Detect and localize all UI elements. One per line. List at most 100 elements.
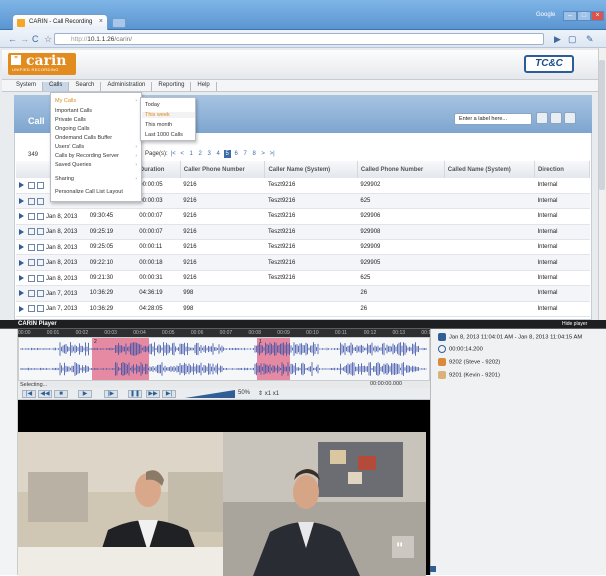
skip-end-icon[interactable]: ▶| [162, 390, 176, 398]
save-icon[interactable] [28, 274, 35, 282]
submenu-item[interactable]: This week [142, 112, 195, 118]
star-icon[interactable]: ☆ [44, 33, 52, 45]
column-header[interactable]: Called Name (System) [444, 161, 535, 178]
waveform[interactable]: 2 1 [18, 337, 430, 381]
menu-calls[interactable]: Calls [43, 82, 70, 91]
play-row-icon[interactable] [19, 290, 24, 297]
menu-reporting[interactable]: Reporting [152, 82, 192, 91]
play-selection-icon[interactable]: |▶ [104, 390, 118, 398]
column-header[interactable]: Duration [136, 161, 181, 178]
row-actions[interactable]: Jan 7, 2013 [16, 285, 87, 302]
mail-icon[interactable] [37, 197, 44, 205]
row-actions[interactable]: Jan 8, 2013 [16, 239, 87, 256]
stop-icon[interactable]: ■ [54, 390, 68, 398]
row-actions[interactable]: Jan 8, 2013 [16, 208, 87, 225]
refresh-icon[interactable] [550, 112, 562, 124]
calls-menu-item[interactable]: Personalize Call List Layout [55, 189, 123, 195]
play-row-icon[interactable] [19, 182, 24, 189]
play-row-icon[interactable] [19, 259, 24, 266]
page-link[interactable]: 5 [223, 150, 231, 158]
page-link[interactable]: 7 [242, 150, 249, 158]
save-icon[interactable] [28, 305, 35, 313]
resize-handle[interactable] [430, 566, 436, 572]
calls-menu-item[interactable]: Users' Calls [55, 144, 84, 150]
table-row[interactable]: Jan 8, 2013 09:25:19 00:00:07 9216 Teszt9216… [16, 224, 590, 241]
save-icon[interactable] [28, 212, 35, 220]
close-window-icon[interactable]: × [591, 11, 604, 21]
mail-icon[interactable] [37, 274, 44, 282]
calls-menu-item[interactable]: Saved Queries [55, 162, 91, 168]
maximize-icon[interactable]: □ [577, 11, 591, 21]
table-row[interactable]: Jan 8, 2013 09:30:45 00:00:07 9216 Teszt9216… [16, 208, 590, 225]
mail-icon[interactable] [37, 181, 44, 189]
speed-selector[interactable]: ⇕ x1 x1 [258, 390, 279, 397]
browser-tab[interactable]: CARIN - Call Recording × [12, 14, 108, 30]
save-icon[interactable] [28, 197, 35, 205]
page-link[interactable]: 8 [251, 150, 258, 158]
page-link[interactable]: 3 [206, 150, 213, 158]
calls-menu-item[interactable]: Calls by Recording Server [55, 153, 119, 159]
mail-icon[interactable] [37, 289, 44, 297]
row-actions[interactable]: Jan 8, 2013 [16, 254, 87, 271]
table-row[interactable]: Jan 8, 2013 09:25:05 00:00:11 9216 Teszt9216… [16, 239, 590, 256]
back-icon[interactable]: ← [8, 33, 17, 45]
submenu-item[interactable]: This month [145, 122, 172, 128]
page-link[interactable]: 1 [188, 150, 195, 158]
column-header[interactable]: Direction [534, 161, 591, 178]
row-actions[interactable]: Jan 7, 2013 [16, 301, 87, 318]
page-link[interactable]: |< [170, 150, 177, 158]
menu-help[interactable]: Help [191, 82, 217, 91]
page-link[interactable]: >| [269, 150, 276, 158]
hide-player-button[interactable]: Hide player [562, 321, 587, 327]
submenu-item[interactable]: Last 1000 Calls [145, 132, 183, 138]
mail-icon[interactable] [37, 305, 44, 313]
column-header[interactable]: Caller Phone Number [180, 161, 266, 178]
mail-icon[interactable] [37, 259, 44, 267]
save-icon[interactable] [28, 259, 35, 267]
page-menu-icon[interactable]: ▢ [568, 33, 577, 45]
row-actions[interactable]: Jan 8, 2013 [16, 224, 87, 241]
tag-icon[interactable] [536, 112, 548, 124]
page-link[interactable]: 6 [233, 150, 240, 158]
menu-system[interactable]: System [10, 82, 44, 91]
column-header[interactable]: Called Phone Number [357, 161, 445, 178]
forward-icon[interactable]: → [20, 33, 29, 45]
volume-slider[interactable] [185, 390, 235, 398]
calls-menu-item[interactable]: Ongoing Calls [55, 126, 90, 132]
table-row[interactable]: Jan 8, 2013 09:21:30 00:00:31 9216 Teszt9216… [16, 270, 590, 287]
save-icon[interactable] [28, 181, 35, 189]
calls-menu-item[interactable]: Important Calls [55, 108, 92, 114]
row-actions[interactable]: Jan 8, 2013 [16, 270, 87, 287]
play-row-icon[interactable] [19, 244, 24, 251]
menu-administration[interactable]: Administration [101, 82, 153, 91]
new-tab-button[interactable] [112, 18, 126, 28]
fast-forward-icon[interactable]: ▶▶ [146, 390, 160, 398]
column-header[interactable]: Caller Name (System) [264, 161, 358, 178]
page-link[interactable]: 2 [197, 150, 204, 158]
label-input[interactable]: Enter a label here... [454, 113, 532, 125]
play-row-icon[interactable] [19, 198, 24, 205]
url-bar[interactable]: http://10.1.1.26/carin/ [54, 33, 544, 45]
play-row-icon[interactable] [19, 275, 24, 281]
save-icon[interactable] [28, 289, 35, 297]
table-row[interactable]: Jan 7, 2013 10:36:29 04:36:19 998 26 Internal [16, 285, 590, 302]
calls-menu-item[interactable]: Ondemand Calls Buffer [55, 135, 112, 141]
table-row[interactable]: Jan 8, 2013 09:22:10 00:00:18 9216 Teszt9216… [16, 254, 590, 271]
calls-menu-item[interactable]: Private Calls [55, 117, 86, 123]
page-link[interactable]: 4 [215, 150, 222, 158]
calls-menu-item[interactable]: My Calls [55, 98, 76, 104]
reload-icon[interactable]: C [32, 33, 39, 45]
video-frame[interactable]: " [18, 432, 426, 576]
skip-start-icon[interactable]: |◀ [22, 390, 36, 398]
minimize-icon[interactable]: – [563, 11, 577, 21]
settings-icon[interactable] [564, 112, 576, 124]
page-link[interactable]: < [179, 150, 186, 158]
rewind-icon[interactable]: ◀◀ [38, 390, 52, 398]
close-tab-icon[interactable]: × [99, 18, 103, 25]
mail-icon[interactable] [37, 228, 44, 236]
play-icon[interactable]: ▶ [78, 390, 92, 398]
page-link[interactable]: > [260, 150, 267, 158]
wrench-icon[interactable]: ✎ [586, 33, 594, 45]
submenu-item[interactable]: Today [145, 102, 160, 108]
account-label[interactable]: Google [536, 12, 555, 18]
